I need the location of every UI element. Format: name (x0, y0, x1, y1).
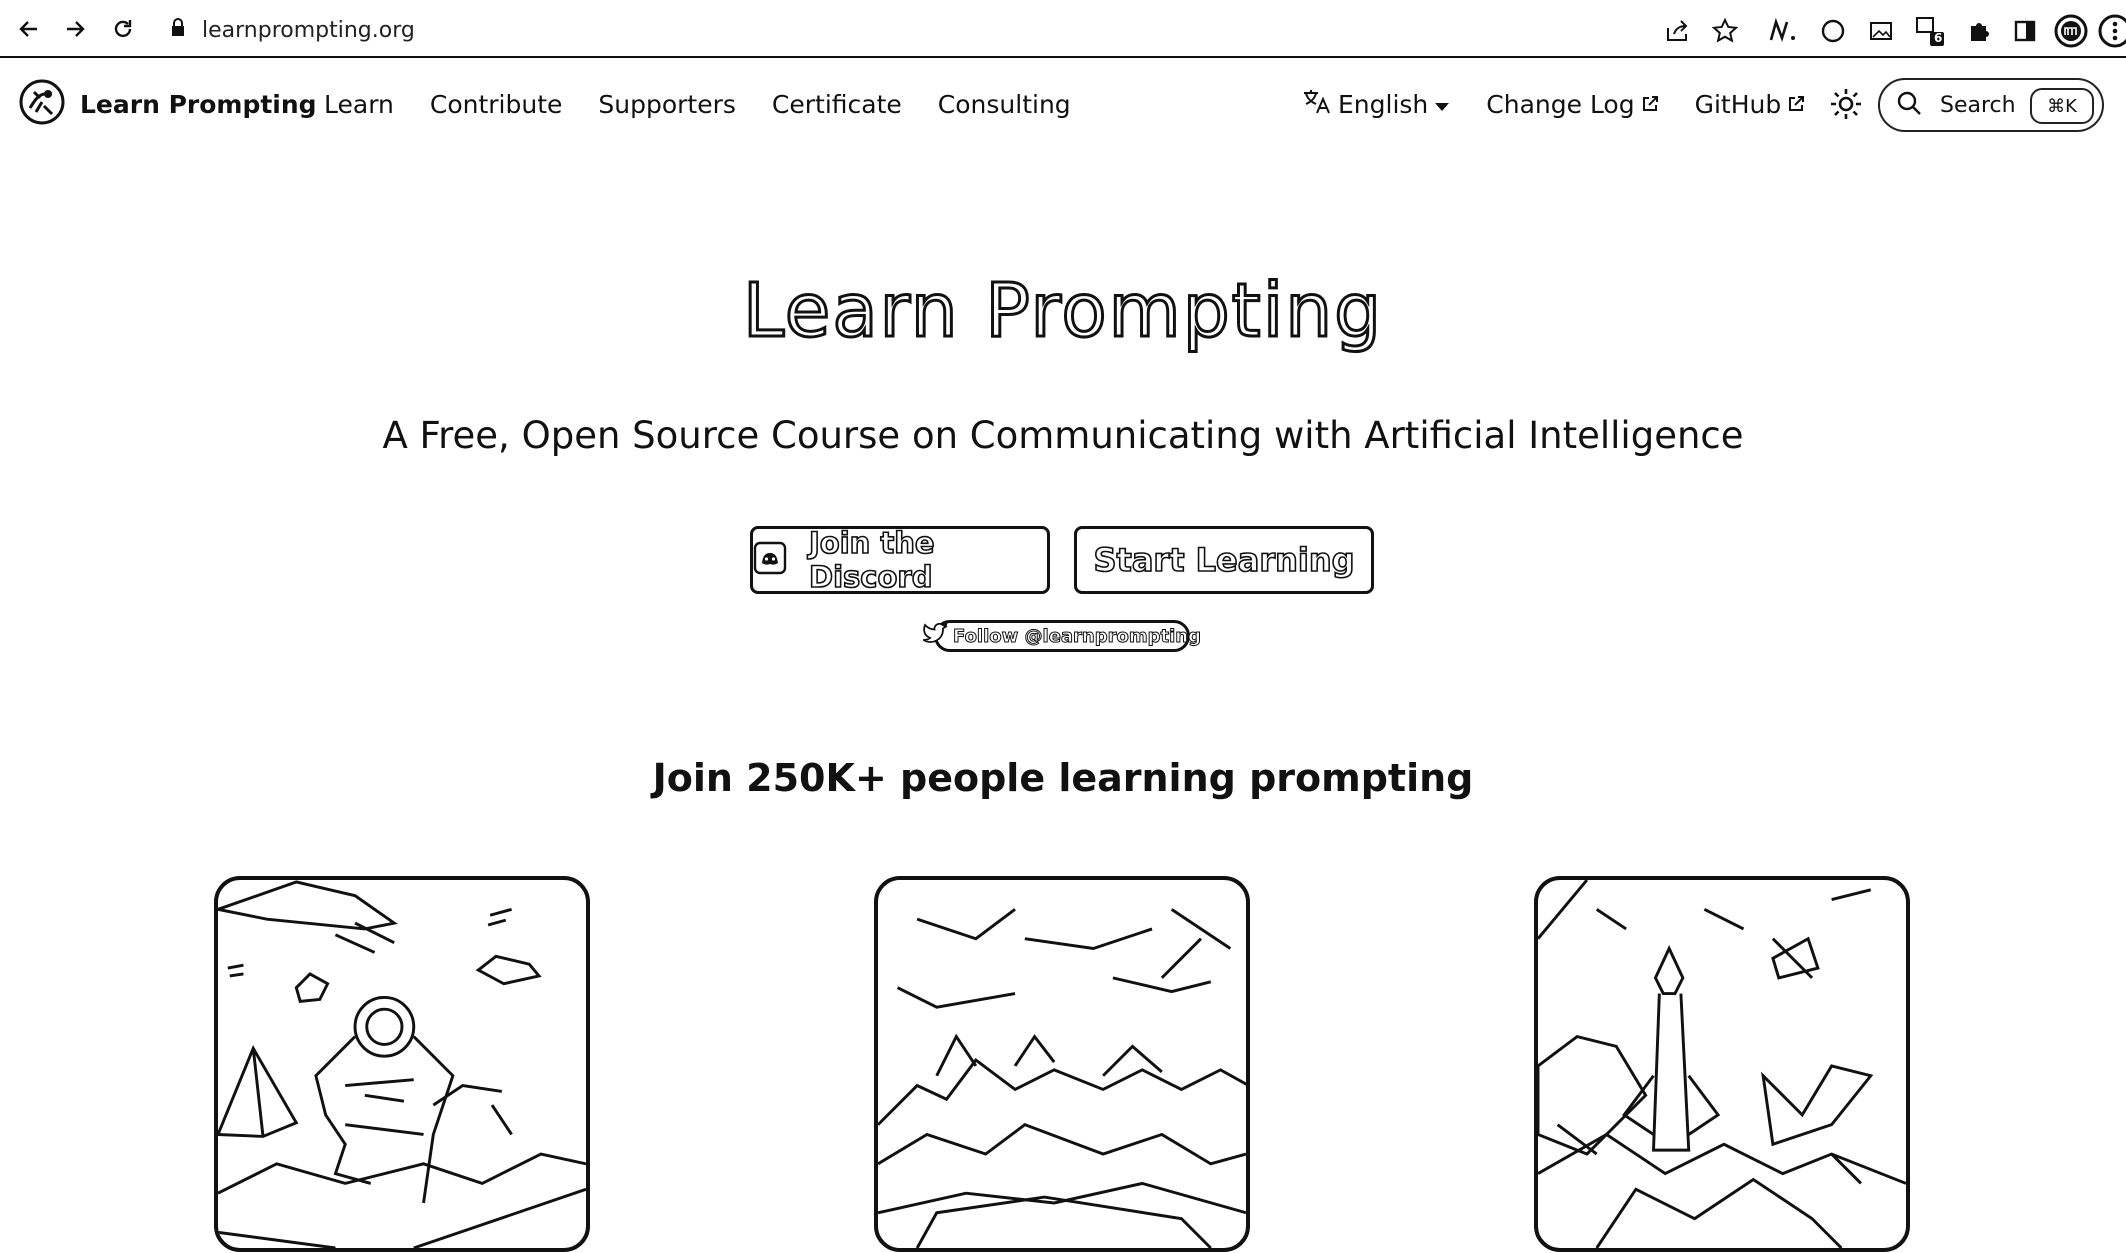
external-link-icon (1641, 90, 1659, 119)
reload-icon[interactable] (108, 14, 138, 44)
url-text: learnprompting.org (202, 17, 415, 43)
nav-link-certificate[interactable]: Certificate (772, 90, 902, 119)
start-learning-label: Start Learning (1093, 540, 1356, 580)
nav-link-supporters[interactable]: Supporters (598, 90, 736, 119)
search-shortcut: ⌘K (2030, 88, 2094, 124)
rocket-launch-illustration (1538, 880, 1906, 1248)
extension-image-icon[interactable] (1864, 14, 1898, 48)
theme-toggle-sun-icon[interactable] (1829, 87, 1863, 121)
search-button[interactable]: Search ⌘K (1878, 78, 2104, 132)
follow-twitter-label: Follow @learnprompting (953, 625, 1202, 647)
extension-n-icon[interactable] (1766, 14, 1800, 48)
changelog-link[interactable]: Change Log (1486, 90, 1658, 119)
address-bar[interactable]: learnprompting.org (170, 10, 415, 50)
extension-circle-icon[interactable] (1816, 14, 1850, 48)
translate-icon (1302, 87, 1332, 121)
language-label: English (1338, 89, 1429, 119)
site-navbar: Learn Prompting Learn Contribute Support… (0, 60, 2126, 148)
changelog-label: Change Log (1486, 89, 1635, 119)
follow-twitter-button[interactable]: Follow @learnprompting (920, 620, 1202, 652)
browser-toolbar: learnprompting.org 6 (0, 0, 2126, 58)
browser-menu-icon[interactable] (2098, 14, 2126, 48)
profile-avatar-icon[interactable] (2054, 14, 2088, 48)
discord-icon (753, 541, 787, 579)
bookmark-star-icon[interactable] (1708, 14, 1742, 48)
external-link-icon (1787, 90, 1805, 119)
twitter-bird-icon (920, 622, 949, 649)
language-dropdown[interactable]: English (1302, 87, 1450, 121)
github-link[interactable]: GitHub (1695, 90, 1806, 119)
learn-prompting-logo-icon (18, 78, 66, 130)
puzzle-extensions-icon[interactable] (1962, 14, 1996, 48)
start-learning-button[interactable]: Start Learning (1074, 526, 1374, 594)
forward-icon[interactable] (60, 14, 90, 44)
join-discord-button[interactable]: Join the Discord (750, 525, 1050, 595)
astronaut-illustration (218, 880, 586, 1248)
secondary-nav: English Change Log GitHub (1302, 80, 1863, 128)
mountain-landscape-illustration-card (874, 876, 1250, 1252)
caret-down-icon (1434, 90, 1450, 119)
nav-link-consulting[interactable]: Consulting (938, 90, 1071, 119)
community-heading: Join 250K+ people learning prompting (652, 756, 1474, 800)
back-icon[interactable] (14, 14, 44, 44)
hero-subtitle: A Free, Open Source Course on Communicat… (382, 414, 1744, 457)
sidebar-panel-icon[interactable] (2008, 14, 2042, 48)
search-icon (1896, 90, 1922, 120)
rocket-launch-illustration-card (1534, 876, 1910, 1252)
brand-link[interactable]: Learn Prompting (18, 78, 317, 130)
lock-icon (170, 18, 186, 42)
extension-tabs-icon[interactable]: 6 (1914, 14, 1948, 48)
extension-badge: 6 (1934, 31, 1943, 45)
github-label: GitHub (1694, 89, 1782, 119)
astronaut-illustration-card (214, 876, 590, 1252)
mountain-landscape-illustration (878, 908, 1246, 1248)
nav-link-learn[interactable]: Learn (324, 90, 394, 119)
search-label: Search (1940, 92, 2016, 118)
nav-link-contribute[interactable]: Contribute (430, 90, 563, 119)
primary-nav: Learn Contribute Supporters Certificate … (324, 90, 1107, 119)
hero-title: Learn Prompting (741, 267, 1384, 356)
share-icon[interactable] (1660, 14, 1694, 48)
join-discord-label: Join the Discord (808, 525, 935, 595)
brand-name: Learn Prompting (80, 89, 317, 119)
